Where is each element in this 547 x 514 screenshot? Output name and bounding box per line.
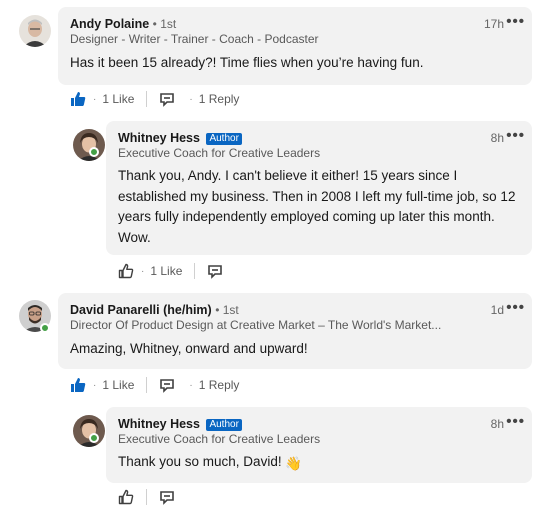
avatar-whitney-hess[interactable]: [73, 129, 105, 161]
avatar-whitney-hess[interactable]: [73, 415, 105, 447]
reply-timestamp: 8h: [490, 417, 504, 431]
author-name[interactable]: Whitney Hess: [118, 131, 200, 145]
comment-text: Has it been 15 already?! Time flies when…: [70, 55, 424, 70]
divider: [146, 489, 147, 505]
reply-actions: [118, 487, 175, 507]
reply-text-container: Thank you so much, David! 👋: [118, 452, 522, 475]
comment-header: David Panarelli (he/him) • 1st: [70, 302, 239, 318]
like-outline-icon[interactable]: [118, 489, 134, 505]
author-headline: Director Of Product Design at Creative M…: [70, 318, 442, 332]
divider: [146, 91, 148, 107]
reply-bubble: Whitney Hess Author Executive Coach for …: [106, 121, 532, 255]
divider: [146, 377, 148, 393]
more-options-icon[interactable]: •••: [506, 127, 525, 144]
avatar-andy-polaine[interactable]: [19, 15, 51, 47]
like-icon[interactable]: [70, 377, 86, 393]
comment-text: Amazing, Whitney, onward and upward!: [70, 341, 308, 356]
online-status-indicator: [89, 147, 99, 157]
reply-bubble: Whitney Hess Author Executive Coach for …: [106, 407, 532, 483]
reply-count[interactable]: 1 Reply: [199, 92, 240, 106]
separator-dot: ·: [189, 93, 193, 105]
author-name[interactable]: David Panarelli (he/him): [70, 303, 212, 317]
more-options-icon[interactable]: •••: [506, 413, 525, 430]
author-headline: Executive Coach for Creative Leaders: [118, 432, 321, 446]
connection-degree: • 1st: [152, 17, 177, 31]
more-options-icon[interactable]: •••: [506, 13, 525, 30]
like-outline-icon[interactable]: [118, 263, 134, 279]
reply-icon[interactable]: [159, 91, 175, 107]
divider: [194, 263, 196, 279]
connection-degree: • 1st: [215, 303, 239, 317]
separator-dot: ·: [93, 379, 97, 391]
reply-icon[interactable]: [207, 263, 223, 279]
comment-timestamp: 1d: [490, 303, 504, 317]
separator-dot: ·: [189, 379, 193, 391]
author-badge: Author: [206, 419, 242, 431]
reply-header: Whitney Hess Author: [118, 130, 242, 146]
comment-bubble: David Panarelli (he/him) • 1st Director …: [58, 293, 532, 369]
reply-timestamp: 8h: [490, 131, 504, 145]
comment-bubble: Andy Polaine • 1st Designer - Writer - T…: [58, 7, 532, 85]
comment-actions: · 1 Like · 1 Reply: [70, 375, 239, 395]
comment-actions: · 1 Like · 1 Reply: [70, 89, 239, 109]
reply-icon[interactable]: [159, 489, 175, 505]
reply-header: Whitney Hess Author: [118, 416, 242, 432]
author-name[interactable]: Whitney Hess: [118, 417, 200, 431]
reply-count[interactable]: 1 Reply: [199, 378, 240, 392]
author-headline: Designer - Writer - Trainer - Coach - Po…: [70, 32, 319, 46]
comment-timestamp: 17h: [483, 17, 504, 31]
waving-hand-emoji: 👋: [285, 456, 303, 471]
comment-header: Andy Polaine • 1st: [70, 16, 176, 32]
reply-text: Thank you, Andy. I can't believe it eith…: [118, 168, 516, 245]
like-count[interactable]: 1 Like: [102, 378, 134, 392]
like-count[interactable]: 1 Like: [102, 92, 134, 106]
reply-text: Thank you so much, David!: [118, 454, 282, 469]
separator-dot: ·: [93, 93, 97, 105]
online-status-indicator: [40, 323, 50, 333]
reply-actions: · 1 Like: [118, 261, 223, 281]
author-badge: Author: [206, 133, 242, 145]
author-name[interactable]: Andy Polaine: [70, 17, 149, 31]
reply-icon[interactable]: [159, 377, 175, 393]
more-options-icon[interactable]: •••: [506, 299, 525, 316]
separator-dot: ·: [141, 265, 145, 277]
author-headline: Executive Coach for Creative Leaders: [118, 146, 321, 160]
like-icon[interactable]: [70, 91, 86, 107]
like-count[interactable]: 1 Like: [150, 264, 182, 278]
online-status-indicator: [89, 433, 99, 443]
